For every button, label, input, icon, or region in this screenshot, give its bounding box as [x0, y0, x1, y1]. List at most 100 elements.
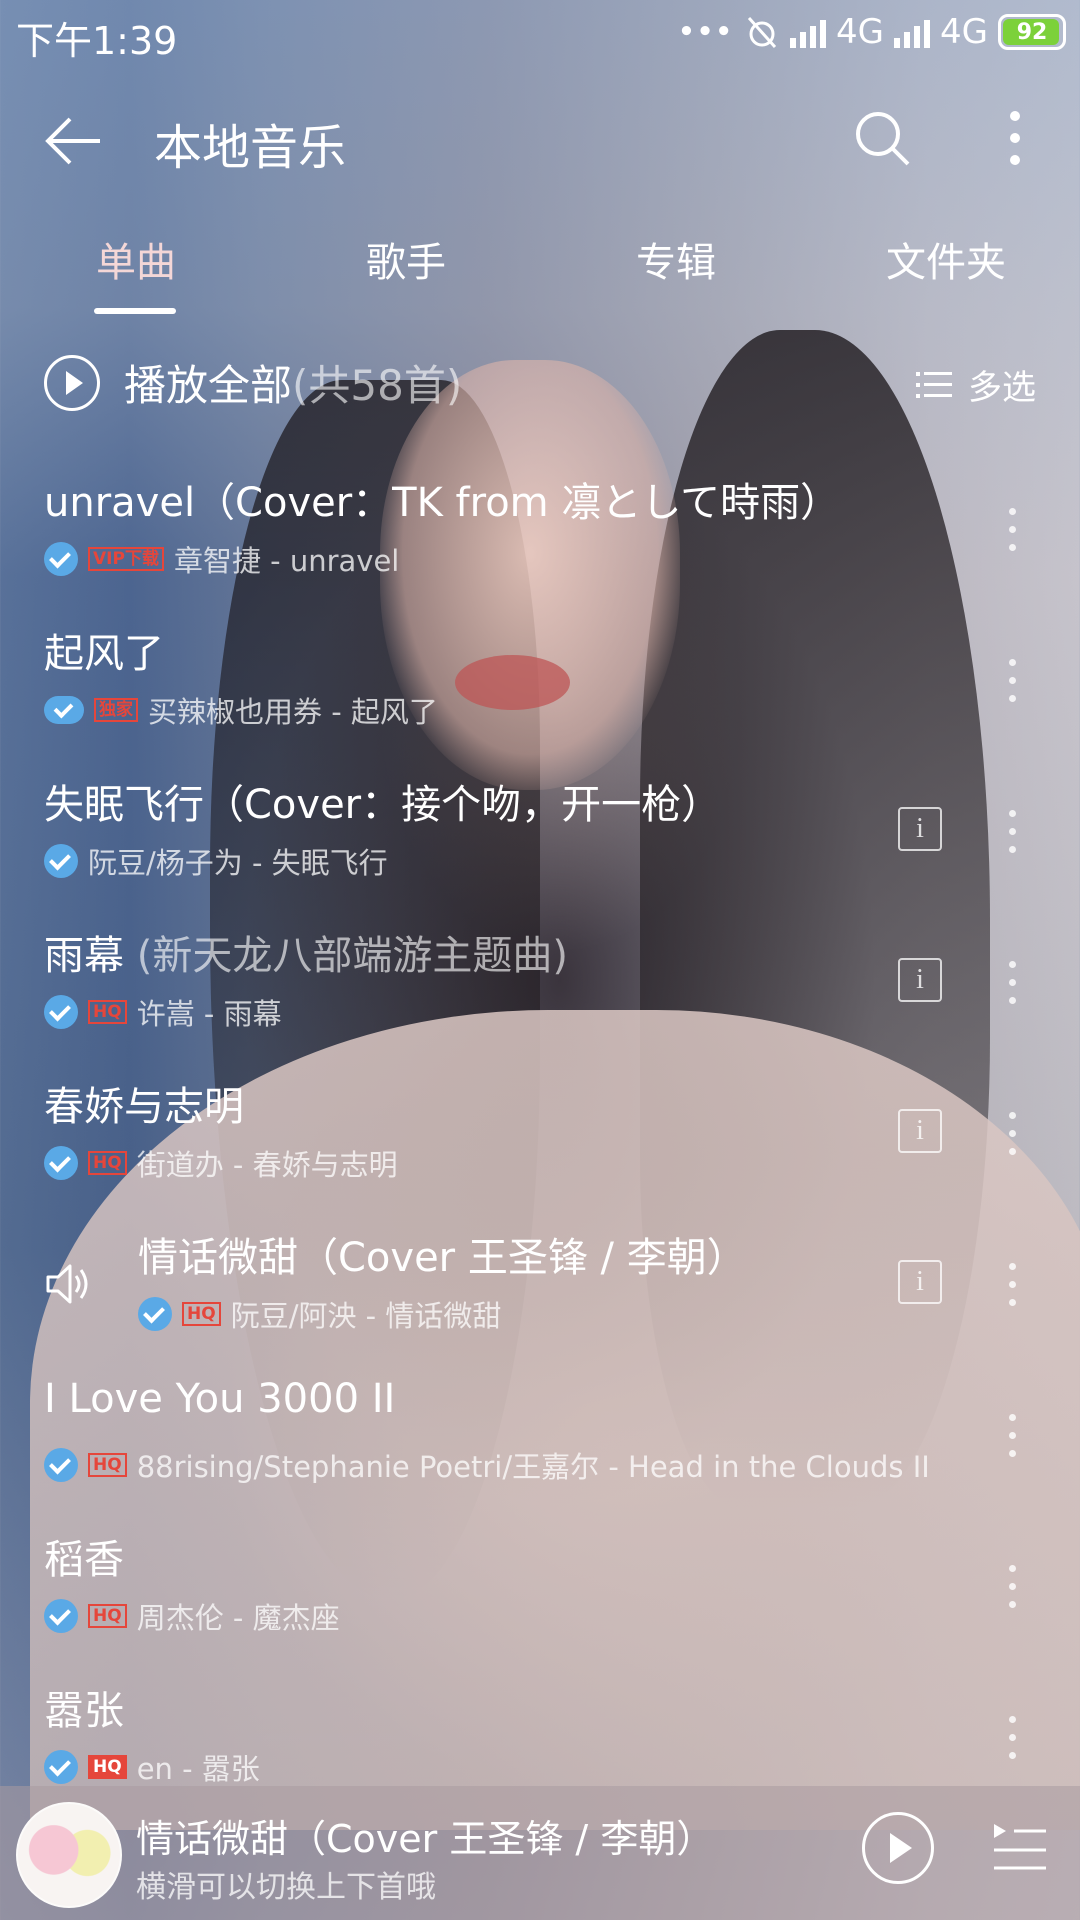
- song-meta: HQ 88rising/Stephanie Poetri/王嘉尔 - Head …: [44, 1444, 930, 1486]
- album-art[interactable]: [16, 1802, 122, 1908]
- list-icon: [916, 370, 952, 400]
- song-meta: HQ 许嵩 - 雨幕: [44, 991, 282, 1033]
- status-time: 下午1:39: [16, 19, 178, 63]
- song-meta: HQ 周杰伦 - 魔杰座: [44, 1595, 340, 1637]
- back-arrow-icon[interactable]: [44, 116, 104, 166]
- check-icon: [44, 1599, 78, 1633]
- play-all-text: 播放全部: [124, 361, 293, 410]
- info-icon[interactable]: i: [898, 1109, 942, 1153]
- check-icon: [44, 1448, 78, 1482]
- song-title: unravel（Cover：TK from 凛として時雨）: [44, 480, 841, 526]
- hq-badge: HQ: [88, 1604, 127, 1628]
- list-item[interactable]: 稻香 HQ 周杰伦 - 魔杰座: [0, 1527, 1080, 1678]
- more-options-icon[interactable]: [1006, 1716, 1018, 1760]
- network-type-1: 4G: [836, 12, 885, 52]
- list-item[interactable]: 春娇与志明 HQ 街道办 - 春娇与志明 i: [0, 1074, 1080, 1225]
- more-options-icon[interactable]: [1006, 1565, 1018, 1609]
- song-title: 嚣张: [44, 1688, 124, 1734]
- song-artist-album: 阮豆/阿泱 - 情话微甜: [230, 1299, 502, 1333]
- info-icon[interactable]: i: [898, 807, 942, 851]
- check-icon: [44, 995, 78, 1029]
- song-artist-album: en - 嚣张: [136, 1752, 260, 1786]
- song-subtitle: (新天龙八部端游主题曲): [136, 933, 568, 979]
- multi-select-label: 多选: [968, 368, 1036, 408]
- check-icon: [44, 542, 78, 576]
- song-artist-album: 阮豆/杨子为 - 失眠飞行: [88, 846, 388, 880]
- multi-select-button[interactable]: 多选: [916, 360, 1036, 409]
- hq-badge: HQ: [88, 1000, 127, 1024]
- song-artist-album: 街道办 - 春娇与志明: [136, 1148, 398, 1182]
- more-options-icon[interactable]: [1006, 961, 1018, 1005]
- status-icons: ••• 4G 4G 92: [678, 12, 1066, 52]
- song-title: 失眠飞行（Cover：接个吻，开一枪）: [44, 782, 722, 828]
- song-meta: HQ 街道办 - 春娇与志明: [44, 1142, 398, 1184]
- song-title: 雨幕 (新天龙八部端游主题曲): [44, 933, 568, 979]
- song-artist-album: 章智捷 - unravel: [173, 544, 400, 578]
- tab-artists[interactable]: 歌手: [366, 230, 446, 288]
- signal-icon-1: [790, 16, 827, 48]
- hq-badge: HQ: [88, 1755, 127, 1779]
- play-all-row[interactable]: 播放全部(共58首) 多选: [0, 352, 1080, 422]
- play-circle-icon[interactable]: [44, 355, 100, 411]
- check-icon: [44, 1146, 78, 1180]
- more-options-icon[interactable]: [1006, 810, 1018, 854]
- song-artist-album: 88rising/Stephanie Poetri/王嘉尔 - Head in …: [136, 1450, 930, 1484]
- song-title: I Love You 3000 II: [44, 1376, 396, 1422]
- list-item[interactable]: 起风了 独家 买辣椒也用券 - 起风了: [0, 621, 1080, 772]
- network-type-2: 4G: [940, 12, 988, 52]
- song-title: 起风了: [44, 631, 164, 677]
- mini-player[interactable]: 情话微甜（Cover 王圣锋 / 李朝） 横滑可以切换上下首哦: [0, 1786, 1080, 1920]
- info-icon[interactable]: i: [898, 958, 942, 1002]
- swipe-hint: 横滑可以切换上下首哦: [136, 1870, 436, 1905]
- play-all-label[interactable]: 播放全部(共58首): [124, 352, 462, 413]
- info-icon[interactable]: i: [898, 1260, 942, 1304]
- more-options-icon[interactable]: [1006, 1112, 1018, 1156]
- active-tab-indicator: [94, 308, 176, 314]
- more-options-icon[interactable]: [1006, 508, 1018, 552]
- tab-songs[interactable]: 单曲: [96, 230, 176, 288]
- song-meta: HQ en - 嚣张: [44, 1746, 260, 1788]
- list-item[interactable]: I Love You 3000 II HQ 88rising/Stephanie…: [0, 1376, 1080, 1527]
- song-meta: 阮豆/杨子为 - 失眠飞行: [44, 840, 388, 882]
- tab-folders[interactable]: 文件夹: [886, 230, 1006, 288]
- song-count: (共58首): [292, 361, 463, 410]
- list-item-now-playing[interactable]: 情话微甜（Cover 王圣锋 / 李朝） HQ 阮豆/阿泱 - 情话微甜 i: [0, 1225, 1080, 1376]
- song-title: 稻香: [44, 1537, 124, 1583]
- cloud-check-icon: [44, 696, 84, 724]
- search-icon[interactable]: [852, 108, 912, 168]
- list-item[interactable]: 失眠飞行（Cover：接个吻，开一枪） 阮豆/杨子为 - 失眠飞行 i: [0, 772, 1080, 923]
- hq-badge: HQ: [88, 1151, 127, 1175]
- tab-albums[interactable]: 专辑: [636, 230, 716, 288]
- queue-icon[interactable]: [992, 1822, 1048, 1874]
- song-artist-album: 许嵩 - 雨幕: [136, 997, 282, 1031]
- play-icon[interactable]: [862, 1812, 934, 1884]
- song-artist-album: 周杰伦 - 魔杰座: [136, 1601, 340, 1635]
- signal-icon-2: [894, 16, 931, 48]
- page-title: 本地音乐: [154, 120, 347, 176]
- speaker-icon: [46, 1264, 88, 1304]
- check-icon: [44, 1750, 78, 1784]
- alarm-off-icon: [747, 16, 777, 49]
- song-title: 情话微甜（Cover 王圣锋 / 李朝）: [138, 1235, 747, 1281]
- song-meta: VIP下载 章智捷 - unravel: [44, 538, 399, 580]
- more-options-icon[interactable]: [1006, 1414, 1018, 1458]
- song-meta: 独家 买辣椒也用券 - 起风了: [44, 689, 438, 731]
- more-vertical-icon[interactable]: [1000, 108, 1030, 168]
- exclusive-badge: 独家: [94, 698, 138, 722]
- hq-badge: HQ: [182, 1302, 221, 1326]
- status-bar: 下午1:39 ••• 4G 4G 92: [0, 0, 1080, 66]
- tab-bar: 单曲 歌手 专辑 文件夹: [0, 230, 1080, 314]
- more-options-icon[interactable]: [1006, 1263, 1018, 1307]
- song-title: 春娇与志明: [44, 1084, 244, 1130]
- vip-download-badge: VIP下载: [88, 547, 164, 571]
- hq-badge: HQ: [88, 1453, 127, 1477]
- check-icon: [44, 844, 78, 878]
- more-options-icon[interactable]: [1006, 659, 1018, 703]
- check-icon: [138, 1297, 172, 1331]
- song-meta: HQ 阮豆/阿泱 - 情话微甜: [138, 1293, 501, 1335]
- song-list: unravel（Cover：TK from 凛として時雨） VIP下载 章智捷 …: [0, 470, 1080, 1829]
- list-item[interactable]: unravel（Cover：TK from 凛として時雨） VIP下载 章智捷 …: [0, 470, 1080, 621]
- battery-level: 92: [1016, 19, 1048, 45]
- list-item[interactable]: 雨幕 (新天龙八部端游主题曲) HQ 许嵩 - 雨幕 i: [0, 923, 1080, 1074]
- song-artist-album: 买辣椒也用券 - 起风了: [148, 695, 438, 729]
